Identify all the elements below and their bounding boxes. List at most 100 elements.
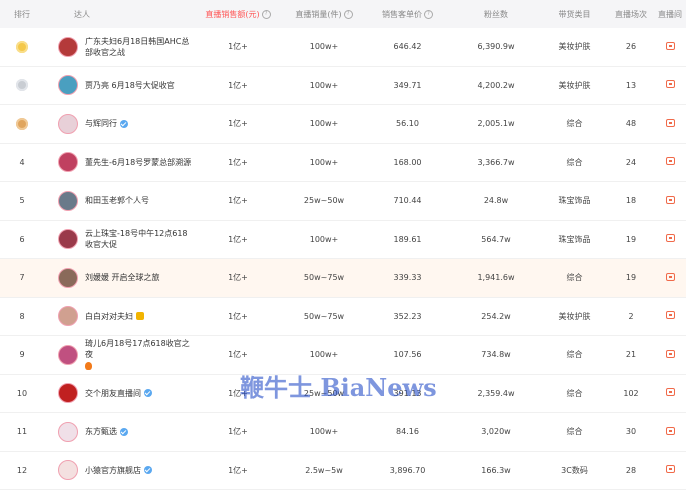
anchor-cell[interactable]: 与辉同行 <box>44 114 192 134</box>
live-room-icon[interactable] <box>666 157 675 165</box>
live-count-cell: 28 <box>608 466 654 475</box>
anchor-name[interactable]: 交个朋友直播间 <box>85 389 141 398</box>
anchor-name-wrap: 交个朋友直播间 <box>85 388 192 399</box>
avatar[interactable] <box>58 422 78 442</box>
anchor-cell[interactable]: 交个朋友直播间 <box>44 383 192 403</box>
anchor-name-wrap: 刘媛媛 开启全球之旅 <box>85 272 192 283</box>
table-header: 排行 达人 直播销售额(元)? 直播销量(件)? 销售客单价? 粉丝数 带货类目… <box>0 0 686 28</box>
sales-volume-cell: 100w+ <box>284 235 364 244</box>
live-room-icon[interactable] <box>666 350 675 358</box>
live-room-icon[interactable] <box>666 42 675 50</box>
anchor-cell[interactable]: 和田玉老郭个人号 <box>44 191 192 211</box>
header-avg-price[interactable]: 销售客单价? <box>364 9 451 20</box>
anchor-name-wrap: 贾乃亮 6月18号大促收官 <box>85 80 192 91</box>
anchor-name[interactable]: 董先生-6月18号罗蒙总部溯源 <box>85 158 191 167</box>
live-room-icon[interactable] <box>666 119 675 127</box>
table-row[interactable]: 11东方甄选1亿+100w+84.163,020w综合30 <box>0 413 686 452</box>
live-count-cell: 21 <box>608 350 654 359</box>
anchor-name-wrap: 董先生-6月18号罗蒙总部溯源 <box>85 157 192 168</box>
live-count-cell: 102 <box>608 389 654 398</box>
live-room-cell[interactable] <box>654 196 686 206</box>
live-room-cell[interactable] <box>654 80 686 90</box>
live-room-cell[interactable] <box>654 42 686 52</box>
sales-volume-cell: 25w~50w <box>284 196 364 205</box>
live-room-cell[interactable] <box>654 234 686 244</box>
live-room-icon[interactable] <box>666 196 675 204</box>
avatar[interactable] <box>58 191 78 211</box>
anchor-cell[interactable]: 云上珠宝-18号中午12点618收官大促 <box>44 228 192 250</box>
anchor-cell[interactable]: 白白对对夫妇 <box>44 306 192 326</box>
table-row[interactable]: 贾乃亮 6月18号大促收官1亿+100w+349.714,200.2w美妆护肤1… <box>0 67 686 106</box>
header-sales-amount[interactable]: 直播销售额(元)? <box>192 9 284 20</box>
anchor-cell[interactable]: 广东夫妇6月18日韩国AHC总部收官之战 <box>44 36 192 58</box>
avatar[interactable] <box>58 75 78 95</box>
category-cell: 珠宝饰品 <box>541 234 608 245</box>
table-row[interactable]: 12小猿官方旗舰店1亿+2.5w~5w3,896.70166.3w3C数码28 <box>0 452 686 490</box>
fans-cell: 734.8w <box>451 350 541 359</box>
header-fans[interactable]: 粉丝数 <box>451 9 541 20</box>
avatar[interactable] <box>58 460 78 480</box>
anchor-cell[interactable]: 小猿官方旗舰店 <box>44 460 192 480</box>
avatar[interactable] <box>58 383 78 403</box>
anchor-name[interactable]: 云上珠宝-18号中午12点618收官大促 <box>85 229 188 249</box>
rank-cell: 12 <box>0 466 44 475</box>
live-room-icon[interactable] <box>666 311 675 319</box>
table-row[interactable]: 4董先生-6月18号罗蒙总部溯源1亿+100w+168.003,366.7w综合… <box>0 144 686 183</box>
anchor-cell[interactable]: 刘媛媛 开启全球之旅 <box>44 268 192 288</box>
anchor-cell[interactable]: 董先生-6月18号罗蒙总部溯源 <box>44 152 192 172</box>
anchor-name[interactable]: 东方甄选 <box>85 427 117 436</box>
header-category: 带货类目 <box>541 9 608 20</box>
table-row[interactable]: 广东夫妇6月18日韩国AHC总部收官之战1亿+100w+646.426,390.… <box>0 28 686 67</box>
anchor-name-wrap: 广东夫妇6月18日韩国AHC总部收官之战 <box>85 36 192 58</box>
table-row[interactable]: 7刘媛媛 开启全球之旅1亿+50w~75w339.331,941.6w综合19 <box>0 259 686 298</box>
anchor-name[interactable]: 琦儿6月18号17点618收官之夜 <box>85 339 190 359</box>
live-room-cell[interactable] <box>654 350 686 360</box>
anchor-name[interactable]: 刘媛媛 开启全球之旅 <box>85 273 160 282</box>
anchor-cell[interactable]: 贾乃亮 6月18号大促收官 <box>44 75 192 95</box>
live-room-cell[interactable] <box>654 427 686 437</box>
live-room-icon[interactable] <box>666 427 675 435</box>
avatar[interactable] <box>58 114 78 134</box>
table-row[interactable]: 5和田玉老郭个人号1亿+25w~50w710.4424.8w珠宝饰品18 <box>0 182 686 221</box>
anchor-name[interactable]: 白白对对夫妇 <box>85 312 133 321</box>
category-cell: 美妆护肤 <box>541 41 608 52</box>
live-room-cell[interactable] <box>654 273 686 283</box>
anchor-cell[interactable]: 琦儿6月18号17点618收官之夜 <box>44 338 192 371</box>
avatar[interactable] <box>58 152 78 172</box>
rank-cell: 11 <box>0 427 44 436</box>
fans-cell: 2,359.4w <box>451 389 541 398</box>
anchor-name[interactable]: 小猿官方旗舰店 <box>85 466 141 475</box>
table-row[interactable]: 6云上珠宝-18号中午12点618收官大促1亿+100w+189.61564.7… <box>0 221 686 260</box>
avatar[interactable] <box>58 37 78 57</box>
avatar[interactable] <box>58 306 78 326</box>
anchor-name[interactable]: 贾乃亮 6月18号大促收官 <box>85 81 175 90</box>
live-room-cell[interactable] <box>654 119 686 129</box>
anchor-cell[interactable]: 东方甄选 <box>44 422 192 442</box>
header-live-count[interactable]: 直播场次 <box>608 9 654 20</box>
live-room-icon[interactable] <box>666 273 675 281</box>
live-room-cell[interactable] <box>654 311 686 321</box>
live-room-icon[interactable] <box>666 234 675 242</box>
anchor-name[interactable]: 广东夫妇6月18日韩国AHC总部收官之战 <box>85 37 189 57</box>
avatar[interactable] <box>58 229 78 249</box>
live-room-cell[interactable] <box>654 388 686 398</box>
category-cell: 美妆护肤 <box>541 311 608 322</box>
avatar[interactable] <box>58 345 78 365</box>
anchor-name[interactable]: 与辉同行 <box>85 119 117 128</box>
sales-amount-cell: 1亿+ <box>192 80 284 91</box>
header-sales-volume[interactable]: 直播销量(件)? <box>284 9 364 20</box>
live-room-icon[interactable] <box>666 465 675 473</box>
category-cell: 美妆护肤 <box>541 80 608 91</box>
category-cell: 3C数码 <box>541 465 608 476</box>
live-room-cell[interactable] <box>654 157 686 167</box>
anchor-name[interactable]: 和田玉老郭个人号 <box>85 196 149 205</box>
live-room-icon[interactable] <box>666 388 675 396</box>
live-room-icon[interactable] <box>666 80 675 88</box>
live-room-cell[interactable] <box>654 465 686 475</box>
table-row[interactable]: 8白白对对夫妇1亿+50w~75w352.23254.2w美妆护肤2 <box>0 298 686 337</box>
avatar[interactable] <box>58 268 78 288</box>
bronze-medal-icon <box>16 118 28 130</box>
sales-volume-cell: 100w+ <box>284 119 364 128</box>
table-row[interactable]: 与辉同行1亿+100w+56.102,005.1w综合48 <box>0 105 686 144</box>
rank-cell: 5 <box>0 196 44 205</box>
